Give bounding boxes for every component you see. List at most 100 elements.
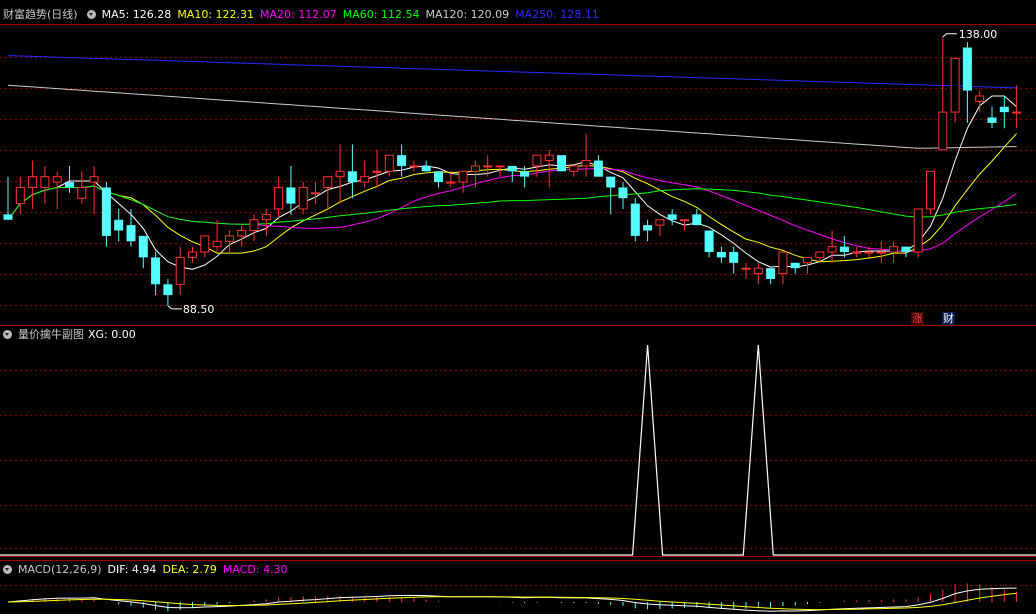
candlestick-chart: 138.00 88.50 (0, 24, 1036, 612)
high-price-label: 138.00 (959, 28, 998, 41)
main-panel-header: 财富趋势(日线) MA5: 126.28 MA10: 122.31 MA20: 112… (3, 8, 605, 22)
candle (409, 160, 419, 172)
candle (618, 182, 628, 209)
candles (3, 36, 1022, 306)
candle (274, 176, 284, 220)
candle-body (839, 246, 849, 253)
candle-body (889, 246, 899, 253)
candle-body (286, 187, 296, 204)
panel-menu-dropdown-icon[interactable] (3, 565, 12, 574)
candle-body (864, 251, 874, 254)
candle-body (729, 252, 739, 263)
ma10-indicator: MA10: 122.31 (177, 8, 255, 21)
candle (286, 165, 296, 215)
macd-dea: DEA: 2.79 (162, 563, 217, 576)
main-panel-title: 财富趋势(日线) (3, 8, 78, 21)
candle (630, 198, 640, 242)
candle (261, 208, 271, 236)
ma120-indicator: MA120: 120.09 (425, 8, 510, 21)
candle-body (815, 251, 825, 258)
candle-body (913, 208, 923, 253)
candle-body (704, 230, 714, 253)
candle (311, 182, 320, 204)
panel-menu-dropdown-icon[interactable] (86, 10, 96, 19)
candle (89, 165, 99, 215)
candle-body (962, 47, 972, 91)
macd-panel-title: MACD(12,26,9) (18, 563, 102, 576)
candle-body (593, 160, 603, 177)
candle (335, 144, 345, 204)
candle (655, 219, 665, 236)
candle (913, 208, 923, 258)
candle (938, 36, 948, 151)
candle (901, 246, 911, 258)
zhang-badge[interactable]: 涨 (911, 312, 924, 325)
xg-value: XG: 0.00 (88, 328, 136, 341)
candle-body (224, 235, 234, 242)
candle-body (40, 176, 50, 188)
candle-body (532, 154, 542, 167)
candle (52, 171, 62, 209)
panel-menu-dropdown-icon[interactable] (3, 330, 12, 339)
candle (397, 144, 407, 177)
candle-body (766, 268, 776, 279)
candle (384, 154, 394, 177)
moving-average-lines (7, 55, 1017, 270)
candle-body (15, 186, 25, 205)
candle-body (77, 186, 87, 199)
dea-line (7, 592, 1017, 611)
ma120-line (7, 84, 1017, 149)
candle (704, 230, 714, 258)
candle-body (372, 170, 382, 173)
candle-body (987, 117, 997, 123)
candle (962, 42, 972, 123)
low-price-label: 88.50 (183, 303, 215, 316)
candle (569, 165, 579, 177)
candle (77, 171, 87, 204)
candle-body (237, 230, 247, 237)
candle-body (655, 219, 665, 226)
candle-body (138, 235, 148, 258)
low-marker (167, 305, 182, 310)
candle (347, 144, 357, 199)
candle (975, 90, 985, 113)
candle-body (89, 176, 99, 183)
candle (581, 133, 591, 177)
candle-body (803, 256, 812, 264)
candle-body (65, 182, 74, 188)
candle (999, 95, 1009, 129)
candle-body (384, 154, 394, 172)
candle (1012, 85, 1022, 129)
candle (852, 246, 862, 258)
candle-body (458, 170, 468, 183)
candle-body (630, 203, 640, 236)
ma250-line (7, 55, 1017, 89)
candle-body (643, 225, 653, 231)
cai-badge[interactable]: 财 (942, 312, 955, 325)
candle-body (434, 171, 443, 183)
candle-body (163, 284, 173, 296)
candle-body (680, 219, 689, 222)
candle-body (778, 251, 788, 275)
candle (360, 160, 370, 188)
candle (790, 262, 800, 274)
candle (212, 219, 222, 253)
candle (692, 208, 702, 226)
ma5-indicator: MA5: 126.28 (101, 8, 172, 21)
high-marker (942, 33, 957, 38)
candle-body (3, 214, 13, 220)
ma60-indicator: MA60: 112.54 (342, 8, 420, 21)
candle (188, 246, 197, 263)
candle-body (938, 111, 948, 151)
candle-body (409, 165, 419, 168)
candle-body (52, 176, 62, 183)
candle-body (335, 170, 345, 178)
candle-body (323, 176, 333, 188)
chart-grid (0, 24, 1036, 586)
candle-body (311, 192, 320, 195)
candle (28, 160, 38, 209)
candle (827, 230, 837, 263)
candle-body (175, 256, 185, 285)
candle-body (483, 165, 493, 168)
candle (753, 262, 763, 285)
